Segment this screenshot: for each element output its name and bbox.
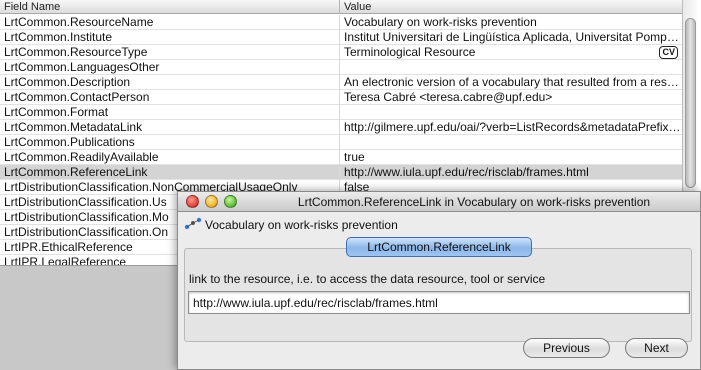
table-row[interactable]: LrtCommon.MetadataLink http://gilmere.upf… bbox=[0, 120, 682, 135]
value-text: Teresa Cabré <teresa.cabre@upf.edu> bbox=[344, 90, 553, 104]
value-cell[interactable]: http://www.iula.upf.edu/rec/risclab/fram… bbox=[340, 165, 682, 180]
column-header-value[interactable]: Value bbox=[340, 0, 682, 14]
value-cell[interactable]: Terminological Resource CV bbox=[340, 45, 682, 60]
field-name-cell[interactable]: LrtCommon.Description bbox=[0, 75, 340, 90]
value-text: http://gilmere.upf.edu/oai/?verb=ListRec… bbox=[344, 120, 682, 134]
scrollbar-thumb[interactable] bbox=[685, 18, 696, 188]
table-row[interactable]: LrtCommon.ReferenceLink http://www.iula.u… bbox=[0, 165, 682, 180]
table-row[interactable]: LrtCommon.ResourceType Terminological Res… bbox=[0, 45, 682, 60]
value-cell[interactable]: An electronic version of a vocabulary th… bbox=[340, 75, 682, 90]
table-row[interactable]: LrtCommon.Institute Institut Universitari… bbox=[0, 30, 682, 45]
value-cell[interactable]: true bbox=[340, 150, 682, 165]
previous-button[interactable]: Previous bbox=[523, 338, 610, 358]
value-text: Terminological Resource bbox=[344, 45, 476, 59]
controlled-vocabulary-badge[interactable]: CV bbox=[659, 46, 678, 59]
reference-link-dialog: LrtCommon.ReferenceLink in Vocabulary on… bbox=[177, 191, 701, 370]
dialog-titlebar[interactable]: LrtCommon.ReferenceLink in Vocabulary on… bbox=[178, 192, 700, 212]
field-name-cell[interactable]: LrtCommon.MetadataLink bbox=[0, 120, 340, 135]
field-name-cell[interactable]: LrtCommon.ResourceName bbox=[0, 15, 340, 30]
column-header-field-name[interactable]: Field Name bbox=[0, 0, 340, 14]
field-name-cell[interactable]: LrtCommon.ResourceType bbox=[0, 45, 340, 60]
value-cell[interactable]: Teresa Cabré <teresa.cabre@upf.edu> bbox=[340, 90, 682, 105]
value-cell[interactable]: Institut Universitari de Lingüística Apl… bbox=[340, 30, 682, 45]
field-name-cell[interactable]: LrtCommon.ReadilyAvailable bbox=[0, 150, 340, 165]
table-row[interactable]: LrtCommon.ResourceName Vocabulary on work… bbox=[0, 15, 682, 30]
value-cell[interactable] bbox=[340, 105, 682, 120]
value-cell[interactable] bbox=[340, 60, 682, 75]
next-button[interactable]: Next bbox=[625, 338, 688, 358]
value-text: Vocabulary on work-risks prevention bbox=[344, 15, 537, 29]
field-name-cell[interactable]: LrtCommon.Publications bbox=[0, 135, 340, 150]
value-cell[interactable]: http://gilmere.upf.edu/oai/?verb=ListRec… bbox=[340, 120, 682, 135]
table-row[interactable]: LrtCommon.Format bbox=[0, 105, 682, 120]
table-header: Field Name Value bbox=[0, 0, 682, 14]
reference-link-input[interactable] bbox=[188, 291, 690, 314]
field-name-cell[interactable]: LrtCommon.ReferenceLink bbox=[0, 165, 340, 180]
field-name-cell[interactable]: LrtCommon.Format bbox=[0, 105, 340, 120]
resource-name: Vocabulary on work-risks prevention bbox=[205, 218, 398, 232]
dialog-title: LrtCommon.ReferenceLink in Vocabulary on… bbox=[297, 195, 651, 209]
value-cell[interactable] bbox=[340, 135, 682, 150]
value-text: Institut Universitari de Lingüística Apl… bbox=[344, 30, 682, 44]
table-row[interactable]: LrtCommon.LanguagesOther bbox=[0, 60, 682, 75]
field-name-cell[interactable]: LrtCommon.Institute bbox=[0, 30, 340, 45]
field-description: link to the resource, i.e. to access the… bbox=[189, 272, 546, 286]
table-row[interactable]: LrtCommon.ContactPerson Teresa Cabré <ter… bbox=[0, 90, 682, 105]
value-text: An electronic version of a vocabulary th… bbox=[344, 75, 682, 89]
table-row[interactable]: LrtCommon.ReadilyAvailable true bbox=[0, 150, 682, 165]
resource-line: Vocabulary on work-risks prevention bbox=[184, 217, 398, 233]
value-text: true bbox=[344, 150, 365, 164]
table-row[interactable]: LrtCommon.Publications bbox=[0, 135, 682, 150]
field-name-cell[interactable]: LrtCommon.LanguagesOther bbox=[0, 60, 340, 75]
tab-reference-link[interactable]: LrtCommon.ReferenceLink bbox=[346, 237, 532, 257]
link-node-icon bbox=[184, 217, 202, 230]
value-text: http://www.iula.upf.edu/rec/risclab/fram… bbox=[344, 165, 589, 179]
value-cell[interactable]: Vocabulary on work-risks prevention bbox=[340, 15, 682, 30]
field-name-cell[interactable]: LrtCommon.ContactPerson bbox=[0, 90, 340, 105]
table-row[interactable]: LrtCommon.Description An electronic versi… bbox=[0, 75, 682, 90]
